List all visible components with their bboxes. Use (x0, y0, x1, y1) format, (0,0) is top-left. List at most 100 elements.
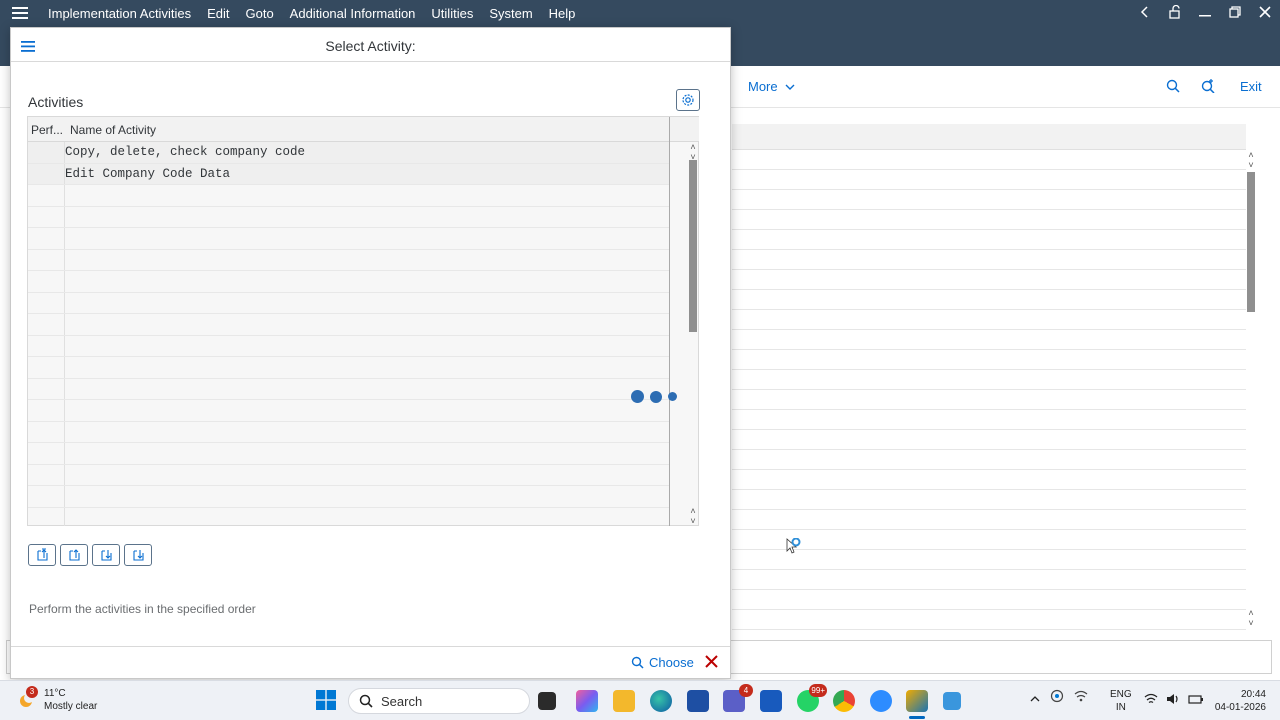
background-table-row[interactable] (732, 550, 1246, 570)
table-row-empty[interactable] (28, 249, 669, 271)
table-row-empty[interactable] (28, 357, 669, 379)
network-status-icon[interactable] (1074, 689, 1088, 706)
search-next-icon[interactable] (1201, 79, 1215, 98)
close-icon[interactable] (1250, 5, 1280, 21)
table-row-empty[interactable] (28, 464, 669, 486)
row-performed-cell[interactable] (28, 421, 65, 442)
row-activity-name[interactable] (65, 379, 669, 400)
first-page-button[interactable] (28, 544, 56, 566)
row-activity-name[interactable] (65, 400, 669, 421)
table-row-empty[interactable] (28, 292, 669, 314)
activities-scrollbar[interactable]: ˄ ˅ ˄ ˅ (687, 142, 699, 526)
row-activity-name[interactable] (65, 357, 669, 378)
background-table-row[interactable] (732, 530, 1246, 550)
row-performed-cell[interactable] (28, 185, 65, 206)
background-table-row[interactable] (732, 330, 1246, 350)
row-performed-cell[interactable] (28, 142, 65, 163)
exit-button[interactable]: Exit (1240, 79, 1262, 94)
row-activity-name[interactable] (65, 314, 669, 335)
start-button[interactable] (316, 690, 336, 715)
menu-implementation-activities[interactable]: Implementation Activities (40, 6, 199, 21)
unlock-icon[interactable] (1160, 4, 1190, 22)
background-table-row[interactable] (732, 270, 1246, 290)
row-activity-name[interactable] (65, 185, 669, 206)
weather-widget[interactable]: 3 11°C Mostly clear (16, 686, 97, 713)
background-table-row[interactable] (732, 610, 1246, 630)
choose-button[interactable]: Choose (631, 655, 694, 670)
cancel-button[interactable] (705, 654, 718, 670)
row-performed-cell[interactable] (28, 378, 65, 399)
row-activity-name[interactable] (65, 422, 669, 443)
word-icon[interactable] (760, 690, 782, 712)
row-activity-name[interactable] (65, 207, 669, 228)
file-explorer-icon[interactable] (613, 690, 635, 712)
background-table-row[interactable] (732, 470, 1246, 490)
chevron-left-icon[interactable] (1130, 5, 1160, 21)
table-row-empty[interactable] (28, 378, 669, 400)
last-page-button[interactable] (124, 544, 152, 566)
background-table-row[interactable] (732, 590, 1246, 610)
menu-additional-information[interactable]: Additional Information (282, 6, 424, 21)
taskbar-clock[interactable]: 20:44 04-01-2026 (1210, 688, 1266, 714)
background-table-row[interactable] (732, 210, 1246, 230)
row-activity-name[interactable] (65, 443, 669, 464)
background-table-row[interactable] (732, 230, 1246, 250)
background-table-row[interactable] (732, 410, 1246, 430)
menu-goto[interactable]: Goto (237, 6, 281, 21)
background-table-row[interactable] (732, 570, 1246, 590)
background-table-row[interactable] (732, 450, 1246, 470)
scroll-up-icon[interactable]: ˄ ˅ (1246, 150, 1256, 170)
table-row-empty[interactable] (28, 185, 669, 207)
column-header-name[interactable]: Name of Activity (65, 117, 156, 141)
table-row-empty[interactable] (28, 443, 669, 465)
table-settings-button[interactable] (676, 89, 700, 111)
row-performed-cell[interactable] (28, 486, 65, 507)
snipping-tool-icon[interactable] (943, 692, 961, 710)
row-activity-name[interactable] (65, 293, 669, 314)
table-row-empty[interactable] (28, 507, 669, 526)
row-activity-name[interactable]: Copy, delete, check company code (65, 142, 669, 163)
menu-help[interactable]: Help (541, 6, 584, 21)
next-page-button[interactable] (92, 544, 120, 566)
taskbar-search[interactable]: Search (348, 688, 530, 714)
row-activity-name[interactable] (65, 250, 669, 271)
row-performed-cell[interactable] (28, 335, 65, 356)
background-table-row[interactable] (732, 350, 1246, 370)
background-table-row[interactable] (732, 190, 1246, 210)
row-performed-cell[interactable] (28, 271, 65, 292)
row-performed-cell[interactable] (28, 206, 65, 227)
table-row[interactable]: Copy, delete, check company code (28, 142, 669, 164)
whatsapp-icon[interactable]: 99+ (797, 684, 827, 712)
row-activity-name[interactable] (65, 486, 669, 507)
scroll-down-icon[interactable]: ˄ ˅ (1246, 608, 1256, 628)
menu-system[interactable]: System (481, 6, 540, 21)
row-performed-cell[interactable] (28, 249, 65, 270)
row-activity-name[interactable] (65, 336, 669, 357)
security-icon[interactable] (1050, 689, 1064, 706)
row-activity-name[interactable] (65, 271, 669, 292)
language-indicator[interactable]: ENG IN (1110, 688, 1132, 714)
more-button[interactable]: More (748, 79, 795, 94)
scroll-thumb[interactable] (1247, 172, 1255, 312)
row-performed-cell[interactable] (28, 443, 65, 464)
background-table-row[interactable] (732, 390, 1246, 410)
teams-icon[interactable]: 4 (723, 684, 753, 712)
task-view-icon[interactable] (538, 692, 556, 710)
table-row-empty[interactable] (28, 400, 669, 422)
scroll-down-icon[interactable]: ˄ ˅ (687, 506, 699, 526)
table-row-empty[interactable] (28, 335, 669, 357)
background-table-row[interactable] (732, 310, 1246, 330)
table-row[interactable]: Edit Company Code Data (28, 163, 669, 185)
search-icon[interactable] (1166, 79, 1180, 98)
copilot-icon[interactable] (576, 690, 598, 712)
table-row-empty[interactable] (28, 271, 669, 293)
background-table-row[interactable] (732, 490, 1246, 510)
scroll-up-icon[interactable]: ˄ ˅ (687, 142, 699, 162)
table-row-empty[interactable] (28, 486, 669, 508)
row-activity-name[interactable] (65, 465, 669, 486)
row-performed-cell[interactable] (28, 507, 65, 526)
background-scrollbar[interactable]: ˄ ˅ ˄ ˅ (1246, 150, 1256, 628)
restore-icon[interactable] (1220, 5, 1250, 21)
menu-icon[interactable] (0, 7, 40, 19)
row-performed-cell[interactable] (28, 163, 65, 184)
